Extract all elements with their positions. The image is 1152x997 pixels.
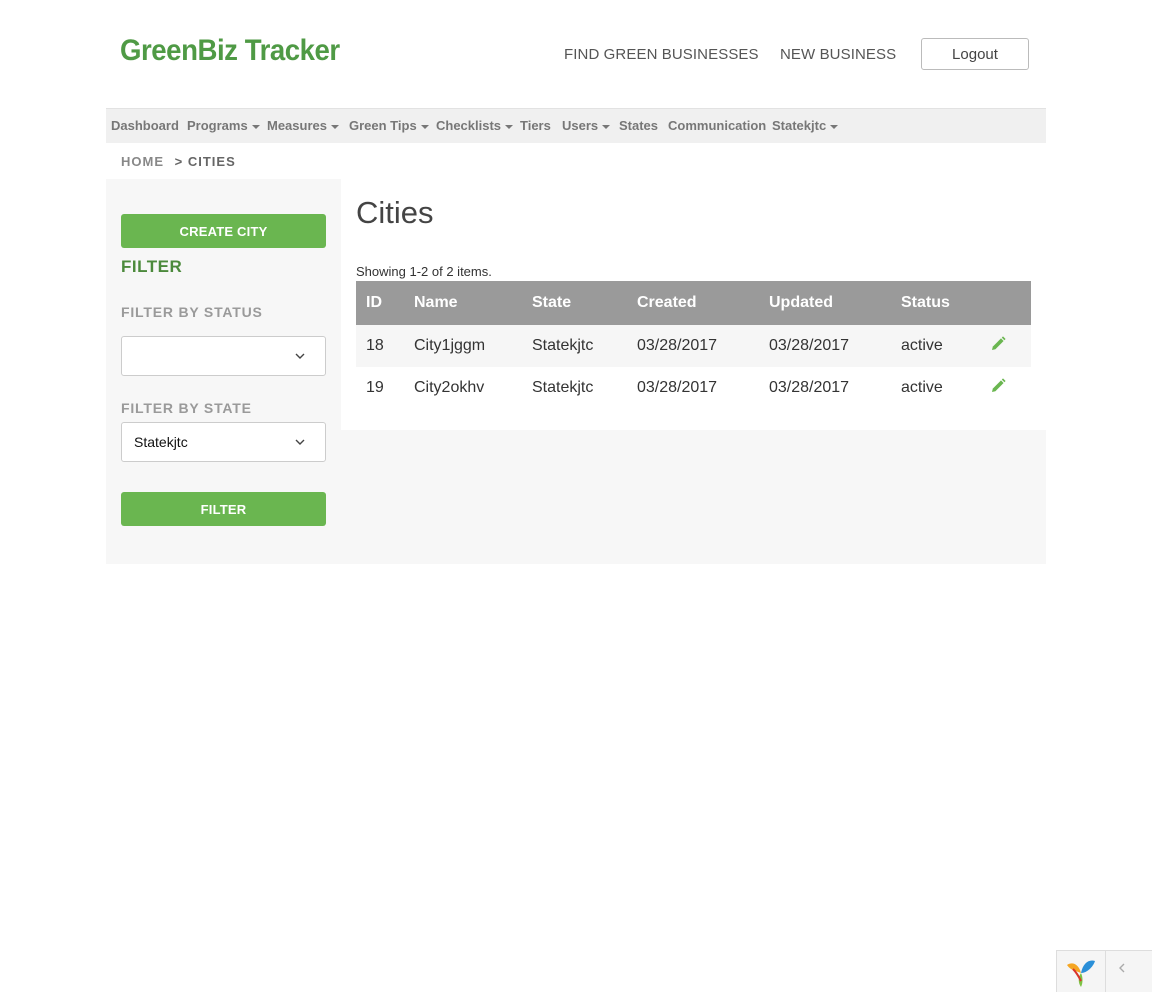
find-green-businesses-link[interactable]: FIND GREEN BUSINESSES [564,46,759,63]
chevron-down-icon [295,349,305,363]
nav-checklists[interactable]: Checklists [436,118,514,133]
caret-down-icon [251,124,260,129]
filter-by-status-label: FILTER BY STATUS [121,304,263,320]
nav-programs[interactable]: Programs [187,118,260,133]
column-header-updated[interactable]: Updated [769,281,901,325]
cell-status: active [901,325,989,367]
nav-label: Measures [267,118,327,133]
cell-name: City2okhv [414,367,532,409]
filter-by-state-label: FILTER BY STATE [121,400,252,416]
state-select-value: Statekjtc [134,434,188,450]
breadcrumb-separator: > [174,154,184,169]
breadcrumb-home[interactable]: HOME [121,154,164,169]
nav-label: Communication [668,118,767,133]
main-navbar: Dashboard Programs Measures Green Tips C… [106,108,1046,143]
yii-logo-icon[interactable] [1057,951,1106,992]
cell-created: 03/28/2017 [637,325,769,367]
nav-label: Dashboard [111,118,179,133]
page-title: Cities [356,195,434,230]
nav-communication[interactable]: Communication [668,118,766,133]
caret-down-icon [505,124,514,129]
caret-down-icon [330,124,339,129]
new-business-link[interactable]: NEW BUSINESS [780,46,896,63]
chevron-left-icon[interactable] [1117,961,1127,979]
nav-statekjtc[interactable]: Statekjtc [772,118,839,133]
nav-label: Statekjtc [772,118,827,133]
pencil-icon[interactable] [989,335,1007,358]
nav-label: States [619,118,659,133]
cell-actions [989,325,1031,367]
cell-name: City1jggm [414,325,532,367]
nav-green-tips[interactable]: Green Tips [349,118,429,133]
table-row: 19 City2okhv Statekjtc 03/28/2017 03/28/… [356,367,1031,409]
nav-tiers[interactable]: Tiers [520,118,551,133]
breadcrumb-current: CITIES [187,154,236,169]
chevron-down-icon [295,435,305,449]
column-header-status[interactable]: Status [901,281,989,325]
status-select[interactable] [121,336,326,376]
nav-users[interactable]: Users [562,118,611,133]
create-city-button[interactable]: CREATE CITY [121,214,326,248]
column-header-name[interactable]: Name [414,281,532,325]
cell-updated: 03/28/2017 [769,325,901,367]
nav-label: Tiers [520,118,551,133]
state-select[interactable]: Statekjtc [121,422,326,462]
cell-updated: 03/28/2017 [769,367,901,409]
column-header-id[interactable]: ID [356,281,414,325]
cell-status: active [901,367,989,409]
site-logo[interactable]: GreenBiz Tracker [120,34,340,68]
header: GreenBiz Tracker FIND GREEN BUSINESSES N… [0,0,1152,108]
caret-down-icon [420,124,429,129]
logout-button[interactable]: Logout [921,38,1029,70]
filter-button[interactable]: FILTER [121,492,326,526]
caret-down-icon [830,124,839,129]
results-summary: Showing 1-2 of 2 items. [356,264,492,279]
breadcrumb: HOME > CITIES [121,154,236,169]
cell-created: 03/28/2017 [637,367,769,409]
cities-table: ID Name State Created Updated Status 18 … [356,281,1031,409]
nav-dashboard[interactable]: Dashboard [111,118,179,133]
table-header-row: ID Name State Created Updated Status [356,281,1031,325]
nav-label: Green Tips [349,118,417,133]
nav-label: Programs [187,118,248,133]
nav-label: Checklists [436,118,502,133]
filter-heading: FILTER [121,257,183,276]
nav-measures[interactable]: Measures [267,118,339,133]
column-header-created[interactable]: Created [637,281,769,325]
caret-down-icon [602,124,611,129]
cell-id: 18 [356,325,414,367]
column-header-state[interactable]: State [532,281,637,325]
nav-label: Users [562,118,599,133]
nav-states[interactable]: States [619,118,658,133]
cell-state: Statekjtc [532,367,637,409]
table-row: 18 City1jggm Statekjtc 03/28/2017 03/28/… [356,325,1031,367]
cell-state: Statekjtc [532,325,637,367]
cell-actions [989,367,1031,409]
debug-toolbar [1056,950,1152,992]
cell-id: 19 [356,367,414,409]
column-header-actions [989,281,1031,325]
pencil-icon[interactable] [989,377,1007,400]
